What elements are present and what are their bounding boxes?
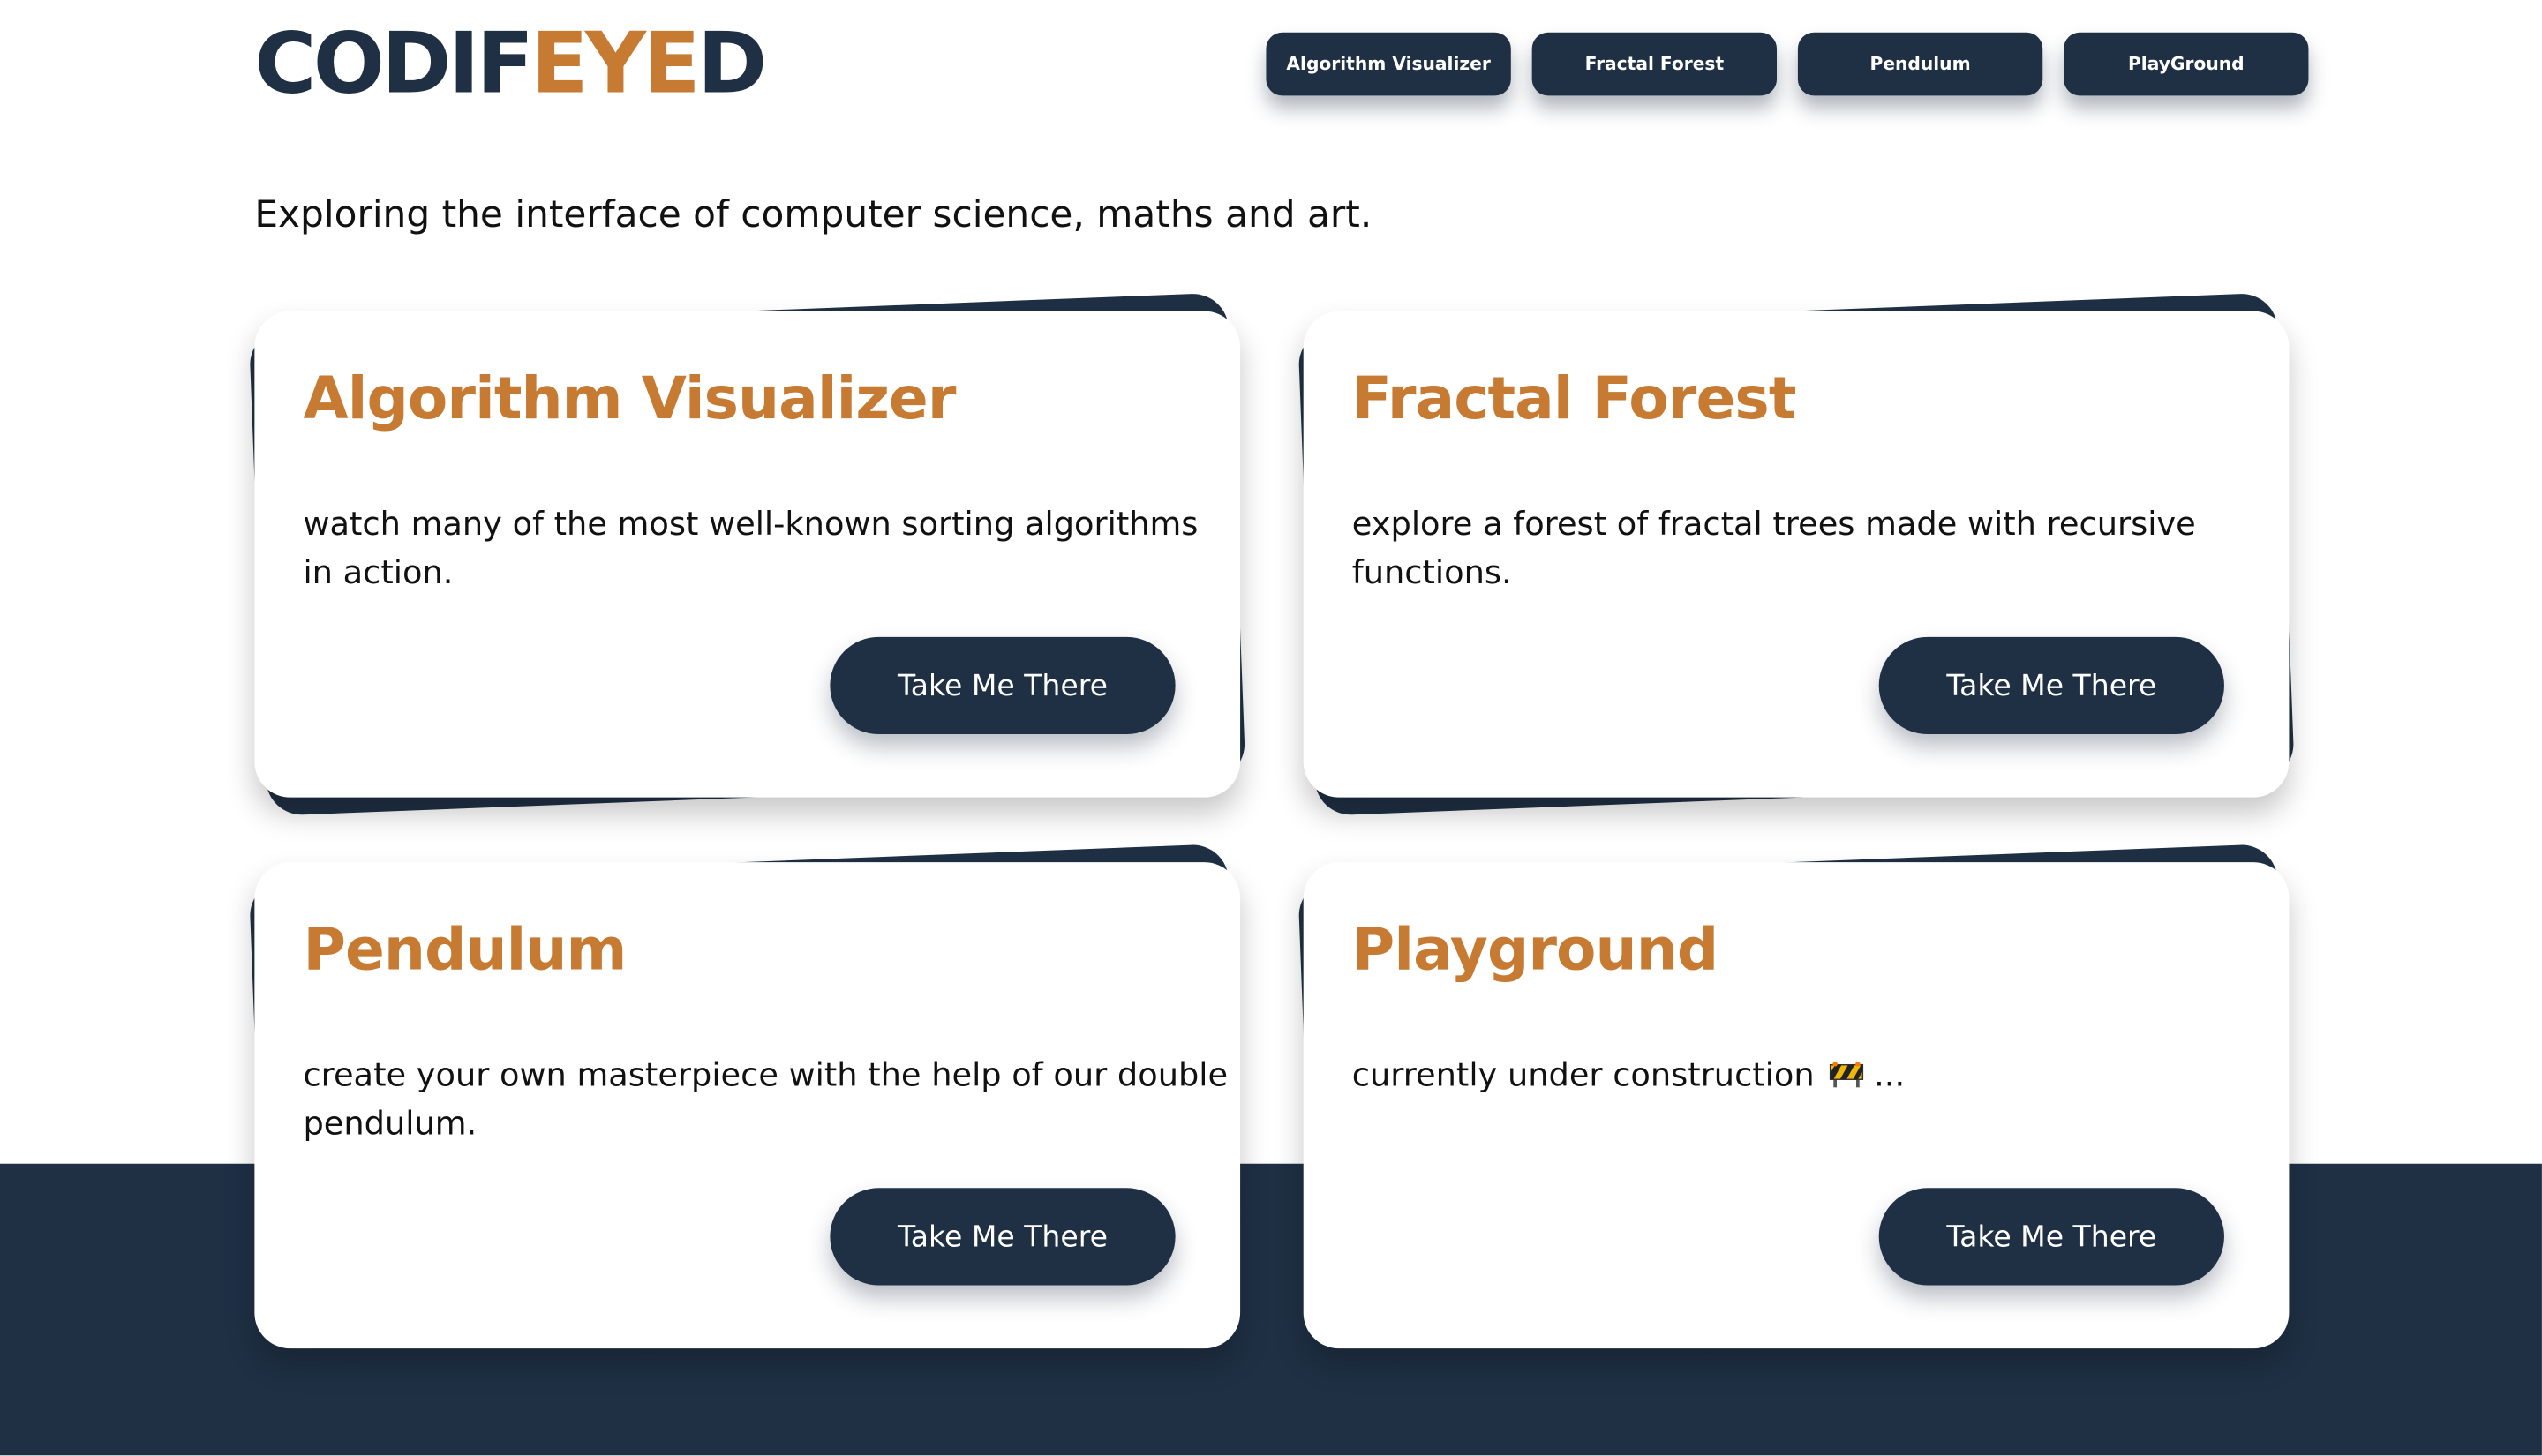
construction-icon <box>1829 1062 1863 1088</box>
nav-algorithm-visualizer-button[interactable]: Algorithm Visualizer <box>1266 32 1511 96</box>
card-description-suffix: ... <box>1874 1054 1906 1094</box>
take-me-there-button[interactable]: Take Me There <box>830 1188 1176 1286</box>
card-body: Pendulum create your own masterpiece wit… <box>254 862 1241 1349</box>
logo-part-d: D <box>696 16 767 114</box>
nav-fractal-forest-button[interactable]: Fractal Forest <box>1531 32 1778 96</box>
card-title: Pendulum <box>303 917 627 984</box>
card-title: Playground <box>1351 917 1718 984</box>
logo-part-eye: EYE <box>530 16 700 114</box>
page: CODIFEYED Algorithm Visualizer Fractal F… <box>0 0 2542 1456</box>
card-description-text: currently under construction <box>1351 1054 1815 1094</box>
tagline: Exploring the interface of computer scie… <box>254 194 1373 237</box>
nav-pendulum-button[interactable]: Pendulum <box>1797 32 2043 96</box>
logo[interactable]: CODIFEYED <box>254 16 767 114</box>
card-description: watch many of the most well-known sortin… <box>303 504 1199 592</box>
card-body: Playground currently under construction … <box>1303 862 2290 1349</box>
card-algorithm-visualizer: Algorithm Visualizer watch many of the m… <box>248 292 1246 816</box>
card-description: explore a forest of fractal trees made w… <box>1351 504 2196 592</box>
card-description: currently under construction ... <box>1352 1050 2284 1099</box>
card-playground: Playground currently under construction … <box>1297 844 2295 1368</box>
card-body: Fractal Forest explore a forest of fract… <box>1303 311 2290 798</box>
card-title: Fractal Forest <box>1351 366 1797 433</box>
card-fractal-forest: Fractal Forest explore a forest of fract… <box>1297 292 2295 816</box>
card-description: create your own masterpiece with the hel… <box>303 1054 1229 1143</box>
card-body: Algorithm Visualizer watch many of the m… <box>254 311 1241 798</box>
nav-playground-button[interactable]: PlayGround <box>2064 32 2309 96</box>
card-title: Algorithm Visualizer <box>303 366 956 433</box>
card-pendulum: Pendulum create your own masterpiece wit… <box>248 844 1246 1368</box>
logo-part-codif: CODIF <box>254 16 534 114</box>
take-me-there-button[interactable]: Take Me There <box>1878 1188 2224 1286</box>
take-me-there-button[interactable]: Take Me There <box>1878 636 2224 735</box>
take-me-there-button[interactable]: Take Me There <box>830 636 1176 735</box>
